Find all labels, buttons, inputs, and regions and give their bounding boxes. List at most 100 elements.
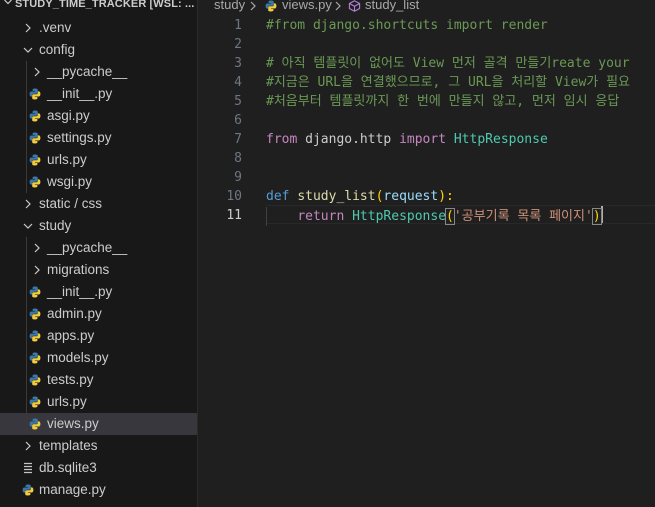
code-token: from <box>266 132 298 147</box>
python-file-icon <box>265 0 277 12</box>
line-number: 3 <box>234 56 242 71</box>
line-number: 2 <box>234 37 242 52</box>
tree-folder[interactable]: config <box>0 39 197 61</box>
tree-folder[interactable]: migrations <box>0 259 197 281</box>
code-line[interactable]: def study_list(request): <box>266 187 454 206</box>
tree-folder[interactable]: __pycache__ <box>0 237 197 259</box>
tree-file[interactable]: __init__.py <box>0 281 197 303</box>
tree-indent-guide <box>26 237 27 435</box>
tree-folder[interactable]: __pycache__ <box>0 61 197 83</box>
tree-item-label: config <box>39 42 76 57</box>
chevron-down-icon <box>23 47 33 53</box>
line-number: 1 <box>234 18 242 33</box>
tree-item-label: asgi.py <box>47 108 90 123</box>
code-token: def <box>266 189 290 204</box>
tree-file[interactable]: urls.py <box>0 391 197 413</box>
breadcrumb-folder[interactable]: study <box>214 0 245 13</box>
tree-item-label: views.py <box>47 416 99 431</box>
tree-file[interactable]: asgi.py <box>0 105 197 127</box>
explorer-sidebar: STUDY_TIME_TRACKER [WSL: ... .venv config… <box>0 0 198 507</box>
python-file-icon <box>29 308 41 320</box>
chevron-down-icon <box>23 223 33 229</box>
code-token: study_list <box>297 189 376 204</box>
tree-file[interactable]: tests.py <box>0 369 197 391</box>
tree-item-label: migrations <box>47 262 110 277</box>
text-cursor <box>600 206 603 223</box>
code-line[interactable]: #from django.shortcuts import render <box>266 16 548 35</box>
code-line[interactable]: #처음부터 템플릿까지 한 번에 만들지 않고, 먼저 임시 응답 <box>266 92 619 111</box>
python-file-icon <box>29 374 41 386</box>
tree-item-label: static / css <box>39 196 103 211</box>
chevron-right-icon <box>25 441 31 451</box>
tree-file[interactable]: wsgi.py <box>0 171 197 193</box>
tree-item-label: .venv <box>39 20 72 35</box>
tree-folder[interactable]: templates <box>0 435 197 457</box>
chevron-right-icon <box>250 1 256 11</box>
python-file-icon <box>29 396 41 408</box>
line-number: 9 <box>234 170 242 185</box>
python-file-icon <box>29 132 41 144</box>
tree-item-label: manage.py <box>39 482 106 497</box>
python-file-icon <box>29 330 41 342</box>
chevron-right-icon <box>335 1 341 11</box>
chevron-right-icon <box>25 199 31 209</box>
explorer-project-title: STUDY_TIME_TRACKER [WSL: ... <box>15 0 195 10</box>
code-token: return <box>297 209 345 224</box>
python-file-icon <box>29 418 41 430</box>
tree-item-label: __pycache__ <box>47 240 128 255</box>
chevron-right-icon <box>34 243 40 253</box>
tree-item-label: admin.py <box>47 306 102 321</box>
python-file-icon <box>29 176 41 188</box>
tree-file[interactable]: urls.py <box>0 149 197 171</box>
tree-item-label: __pycache__ <box>47 64 128 79</box>
tree-folder[interactable]: study <box>0 215 197 237</box>
code-token: '공부기록 목록 페이지' <box>453 209 593 224</box>
tree-item-label: settings.py <box>47 130 112 145</box>
code-editor[interactable]: 1 2 3 4 5 6 7 8 9 10 11 #from django.shortcuts imp… <box>198 14 655 507</box>
python-file-icon <box>22 484 34 496</box>
python-file-icon <box>29 154 41 166</box>
database-file-icon <box>24 462 32 474</box>
code-token: #from django.shortcuts import render <box>266 18 548 33</box>
tree-item-label: models.py <box>47 350 109 365</box>
tree-file[interactable]: apps.py <box>0 325 197 347</box>
code-token: import <box>399 132 447 147</box>
python-file-icon <box>29 88 41 100</box>
code-token: #처음부터 템플릿까지 한 번에 만들지 않고, 먼저 임시 응답 <box>266 94 620 109</box>
line-number: 5 <box>234 94 242 109</box>
explorer-project-header[interactable]: STUDY_TIME_TRACKER [WSL: ... <box>0 0 197 13</box>
symbol-method-icon <box>348 0 361 12</box>
chevron-down-icon <box>4 0 12 5</box>
code-line[interactable]: # 아직 템플릿이 없어도 View 먼저 골격 만들기reate your <box>266 54 630 73</box>
tree-item-label: study <box>39 218 72 233</box>
tree-folder[interactable]: static / css <box>0 193 197 215</box>
tree-file[interactable]: __init__.py <box>0 83 197 105</box>
tree-indent-guide <box>26 61 27 193</box>
tree-item-label: db.sqlite3 <box>39 460 97 475</box>
code-token: ( <box>445 208 455 225</box>
code-line[interactable]: from django.http import HttpResponse <box>266 130 548 149</box>
code-line[interactable]: #지금은 URL을 연결했으므로, 그 URL을 처리할 View가 필요 <box>266 73 630 92</box>
tree-item-label: wsgi.py <box>47 174 93 189</box>
breadcrumb-file[interactable]: views.py <box>282 0 332 13</box>
tree-file[interactable]: models.py <box>0 347 197 369</box>
line-number: 4 <box>234 75 242 90</box>
tree-file[interactable]: db.sqlite3 <box>0 457 197 479</box>
line-number: 7 <box>234 132 242 147</box>
tree-file[interactable]: views.py <box>0 413 197 435</box>
tree-item-label: apps.py <box>47 328 95 343</box>
chevron-right-icon <box>34 67 40 77</box>
tree-file[interactable]: settings.py <box>0 127 197 149</box>
breadcrumb-symbol[interactable]: study_list <box>365 0 419 13</box>
tree-item-label: __init__.py <box>47 284 113 299</box>
vscode-window: STUDY_TIME_TRACKER [WSL: ... .venv config… <box>0 0 655 507</box>
tree-folder[interactable]: .venv <box>0 17 197 39</box>
tree-file[interactable]: admin.py <box>0 303 197 325</box>
tree-file[interactable]: manage.py <box>0 479 197 501</box>
chevron-right-icon <box>25 23 31 33</box>
code-line[interactable]: return HttpResponse('공부기록 목록 페이지') <box>266 206 603 225</box>
tree-item-label: urls.py <box>47 152 87 167</box>
breadcrumb: study views.py study_list <box>198 0 655 14</box>
tree-item-label: tests.py <box>47 372 94 387</box>
